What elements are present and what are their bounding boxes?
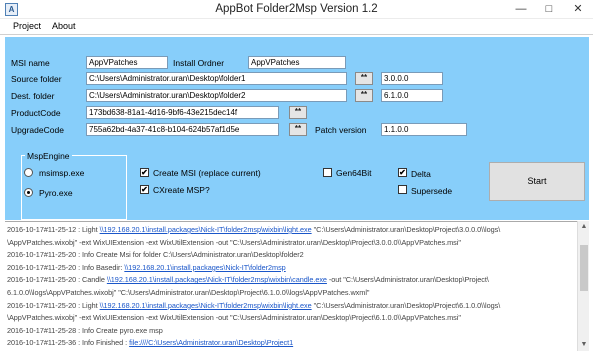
log-line: \AppVPatches.wixobj" -ext WixUIExtension… [7, 313, 461, 322]
product-code-label: ProductCode [11, 108, 61, 118]
close-button[interactable]: ✕ [563, 0, 593, 19]
log-line: 2016-10-17#11-25-36 : Info Finished : fi… [7, 338, 293, 347]
log-scrollbar[interactable]: ▲ ▼ [577, 221, 589, 351]
create-msi-checkbox[interactable]: ✔ [140, 168, 149, 177]
log-link[interactable]: \\192.168.20.1\install.packages\Nick-IT\… [100, 225, 312, 234]
log-line: 2016-10-17#11-25-28 : Info Create pyro.e… [7, 326, 163, 335]
msp-engine-title: MspEngine [25, 151, 72, 161]
delta-checkbox[interactable]: ✔ [398, 168, 407, 177]
radio-selected-dot [27, 191, 30, 194]
log-text: 2016-10-17#11-25-36 : Info Finished : [7, 338, 130, 348]
log-text: \AppVPatches.wixobj" -ext WixUIExtension… [7, 237, 461, 247]
patch-version-label: Patch version [315, 125, 367, 135]
create-msi-label[interactable]: Create MSI (replace current) [153, 168, 261, 178]
start-button[interactable]: Start [489, 162, 585, 201]
dest-folder-input[interactable]: C:\Users\Administrator.uran\Desktop\fold… [86, 89, 347, 102]
msi-name-input[interactable]: AppVPatches [86, 56, 168, 69]
dest-browse-button[interactable]: ** [355, 89, 373, 102]
msimsp-radio[interactable] [24, 168, 33, 177]
log-text: "C:\Users\Administrator.uran\Desktop\Pro… [311, 300, 501, 310]
log-line: 2016-10-17#11-25-20 : Info Create Msi fo… [7, 250, 304, 259]
log-line: 2016-10-17#11-25-20 : Light \\192.168.20… [7, 301, 500, 310]
msp-engine-group [21, 155, 127, 220]
pyro-radio[interactable] [24, 188, 33, 197]
menu-bar: Project About [0, 19, 593, 35]
log-output[interactable]: 2016-10-17#11-25-12 : Light \\192.168.20… [5, 221, 577, 351]
log-text: 2016-10-17#11-25-20 : Candle [7, 275, 107, 285]
maximize-button[interactable]: □ [535, 0, 563, 19]
log-line: 2016-10-17#11-25-20 : Candle \\192.168.2… [7, 275, 489, 284]
title-bar: A AppBot Folder2Msp Version 1.2 — □ ✕ [0, 0, 593, 19]
msimsp-label[interactable]: msimsp.exe [39, 168, 84, 178]
log-link[interactable]: file:////C:\Users\Administrator.uran\Des… [129, 338, 293, 347]
upgrade-code-input[interactable]: 755a62bd-4a37-41c8-b104-624b57af1d5e [86, 123, 279, 136]
minimize-button[interactable]: — [507, 0, 535, 19]
msi-name-label: MSI name [11, 58, 50, 68]
log-text: \AppVPatches.wixobj" -ext WixUIExtension… [7, 313, 461, 323]
log-link[interactable]: \\192.168.20.1\install.packages\Nick-IT\… [107, 275, 327, 284]
supersede-label[interactable]: Supersede [411, 186, 452, 196]
product-code-generate-button[interactable]: ** [289, 106, 307, 119]
scroll-down-icon[interactable]: ▼ [578, 339, 590, 351]
upgrade-code-label: UpgradeCode [11, 125, 64, 135]
supersede-checkbox[interactable] [398, 185, 407, 194]
create-msp-label[interactable]: CXreate MSP? [153, 185, 210, 195]
install-order-input[interactable]: AppVPatches [248, 56, 346, 69]
log-text: "C:\Users\Administrator.uran\Desktop\Pro… [311, 225, 501, 234]
scroll-thumb[interactable] [580, 245, 588, 291]
create-msp-checkbox[interactable]: ✔ [140, 185, 149, 194]
source-version-input[interactable]: 3.0.0.0 [381, 72, 443, 85]
upgrade-code-generate-button[interactable]: ** [289, 123, 307, 136]
source-browse-button[interactable]: ** [355, 72, 373, 85]
log-text: 2016-10-17#11-25-20 : Info Create Msi fo… [7, 250, 304, 260]
log-line: 2016-10-17#11-25-12 : Light \\192.168.20… [7, 225, 500, 234]
install-order-label: Install Ordner [173, 58, 225, 68]
patch-version-input[interactable]: 1.1.0.0 [381, 123, 467, 136]
log-line: 2016-10-17#11-25-20 : Info Basedir: \\19… [7, 263, 286, 272]
product-code-input[interactable]: 173bd638-81a1-4d16-9bf6-43e215dec14f [86, 106, 279, 119]
dest-folder-label: Dest. folder [11, 91, 55, 101]
log-text: 2016-10-17#11-25-12 : Light [7, 225, 100, 234]
pyro-label[interactable]: Pyro.exe [39, 188, 73, 198]
log-text: 2016-10-17#11-25-28 : Info Create pyro.e… [7, 325, 163, 335]
log-text: -out "C:\Users\Administrator.uran\Deskto… [326, 275, 489, 285]
log-line: \AppVPatches.wixobj" -ext WixUIExtension… [7, 238, 461, 247]
log-text: 2016-10-17#11-25-20 : Info Basedir: [7, 262, 125, 272]
gen64bit-label[interactable]: Gen64Bit [336, 168, 371, 178]
source-folder-input[interactable]: C:\Users\Administrator.uran\Desktop\fold… [86, 72, 347, 85]
log-link[interactable]: \\192.168.20.1\install.packages\Nick-IT\… [124, 263, 285, 272]
log-line: 6.1.0.0\\logs\AppVPatches.wixobj" "C:\Us… [7, 288, 369, 297]
delta-label[interactable]: Delta [411, 169, 431, 179]
window-title: AppBot Folder2Msp Version 1.2 [215, 3, 378, 15]
log-link[interactable]: \\192.168.20.1\install.packages\Nick-IT\… [100, 301, 312, 310]
gen64bit-checkbox[interactable] [323, 168, 332, 177]
menu-about[interactable]: About [52, 21, 76, 31]
source-folder-label: Source folder [11, 74, 62, 84]
log-text: 6.1.0.0\\logs\AppVPatches.wixobj" "C:\Us… [7, 288, 370, 297]
menu-project[interactable]: Project [13, 21, 41, 31]
settings-panel: MSI name AppVPatches Install Ordner AppV… [5, 37, 589, 220]
log-text: 2016-10-17#11-25-20 : Light [7, 300, 100, 310]
dest-version-input[interactable]: 6.1.0.0 [381, 89, 443, 102]
scroll-up-icon[interactable]: ▲ [578, 221, 590, 233]
